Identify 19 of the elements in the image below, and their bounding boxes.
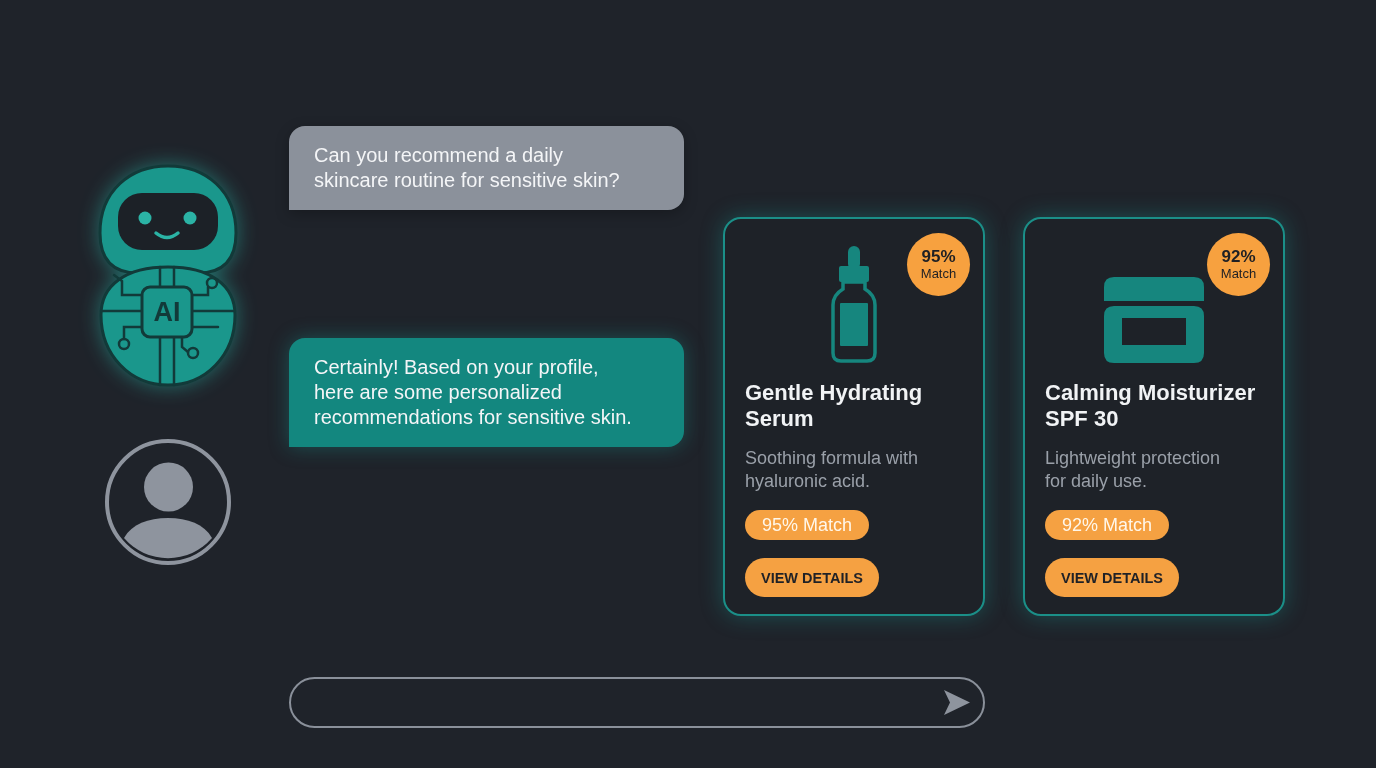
- message-input[interactable]: [289, 676, 985, 728]
- match-tag: 95% Match: [745, 510, 870, 540]
- view-details-button[interactable]: VIEW DETAILS: [1045, 558, 1180, 597]
- robot-icon: [98, 163, 238, 388]
- send-icon[interactable]: [943, 688, 971, 716]
- product-name: Calming Moisturizer SPF 30: [1045, 380, 1257, 432]
- dropper-bottle-icon: [831, 245, 877, 363]
- product-description: Lightweight protection for daily use.: [1045, 447, 1222, 493]
- user-avatar-icon: [104, 438, 232, 566]
- jar-icon: [1104, 277, 1204, 363]
- product-description: Soothing formula with hyaluronic acid.: [745, 447, 920, 493]
- assistant-message: Certainly! Based on your profile, here are some personalized recommendations for sensitive skin.: [289, 338, 684, 447]
- avatar-label: AI: [153, 298, 181, 326]
- product-name: Gentle Hydrating Serum: [745, 380, 924, 432]
- view-details-button[interactable]: VIEW DETAILS: [745, 558, 880, 597]
- user-message: Can you recommend a daily skincare routine for sensitive skin?: [289, 126, 684, 210]
- match-badge: 92% Match: [1207, 233, 1270, 296]
- match-tag: 92% Match: [1045, 510, 1170, 540]
- match-badge: 95% Match: [907, 233, 970, 296]
